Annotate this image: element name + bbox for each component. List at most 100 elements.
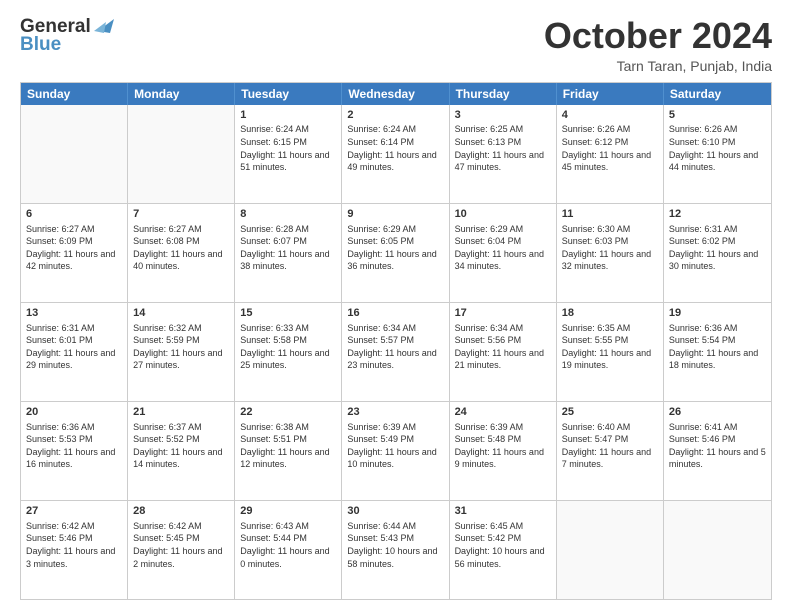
calendar-row: 1Sunrise: 6:24 AM Sunset: 6:15 PM Daylig… bbox=[21, 105, 771, 203]
calendar-cell: 21Sunrise: 6:37 AM Sunset: 5:52 PM Dayli… bbox=[128, 402, 235, 500]
calendar-header-day: Tuesday bbox=[235, 83, 342, 105]
day-number: 21 bbox=[133, 405, 229, 420]
calendar-cell: 19Sunrise: 6:36 AM Sunset: 5:54 PM Dayli… bbox=[664, 303, 771, 401]
day-number: 17 bbox=[455, 306, 551, 321]
calendar-cell: 22Sunrise: 6:38 AM Sunset: 5:51 PM Dayli… bbox=[235, 402, 342, 500]
day-info: Sunrise: 6:25 AM Sunset: 6:13 PM Dayligh… bbox=[455, 123, 551, 173]
day-number: 5 bbox=[669, 108, 766, 123]
calendar-header-day: Friday bbox=[557, 83, 664, 105]
day-number: 16 bbox=[347, 306, 443, 321]
title-block: October 2024 Tarn Taran, Punjab, India bbox=[544, 16, 772, 74]
calendar-row: 6Sunrise: 6:27 AM Sunset: 6:09 PM Daylig… bbox=[21, 203, 771, 302]
day-info: Sunrise: 6:31 AM Sunset: 6:01 PM Dayligh… bbox=[26, 322, 122, 372]
calendar-cell: 27Sunrise: 6:42 AM Sunset: 5:46 PM Dayli… bbox=[21, 501, 128, 599]
calendar-cell: 26Sunrise: 6:41 AM Sunset: 5:46 PM Dayli… bbox=[664, 402, 771, 500]
day-number: 1 bbox=[240, 108, 336, 123]
calendar-cell: 31Sunrise: 6:45 AM Sunset: 5:42 PM Dayli… bbox=[450, 501, 557, 599]
day-number: 6 bbox=[26, 207, 122, 222]
day-info: Sunrise: 6:34 AM Sunset: 5:56 PM Dayligh… bbox=[455, 322, 551, 372]
day-info: Sunrise: 6:27 AM Sunset: 6:08 PM Dayligh… bbox=[133, 223, 229, 273]
day-number: 2 bbox=[347, 108, 443, 123]
day-number: 27 bbox=[26, 504, 122, 519]
calendar-cell: 30Sunrise: 6:44 AM Sunset: 5:43 PM Dayli… bbox=[342, 501, 449, 599]
calendar-cell bbox=[128, 105, 235, 203]
day-info: Sunrise: 6:45 AM Sunset: 5:42 PM Dayligh… bbox=[455, 520, 551, 570]
day-number: 20 bbox=[26, 405, 122, 420]
day-info: Sunrise: 6:37 AM Sunset: 5:52 PM Dayligh… bbox=[133, 421, 229, 471]
calendar: SundayMondayTuesdayWednesdayThursdayFrid… bbox=[20, 82, 772, 600]
calendar-cell: 4Sunrise: 6:26 AM Sunset: 6:12 PM Daylig… bbox=[557, 105, 664, 203]
day-info: Sunrise: 6:29 AM Sunset: 6:04 PM Dayligh… bbox=[455, 223, 551, 273]
month-title: October 2024 bbox=[544, 16, 772, 56]
calendar-cell: 24Sunrise: 6:39 AM Sunset: 5:48 PM Dayli… bbox=[450, 402, 557, 500]
day-info: Sunrise: 6:29 AM Sunset: 6:05 PM Dayligh… bbox=[347, 223, 443, 273]
day-info: Sunrise: 6:44 AM Sunset: 5:43 PM Dayligh… bbox=[347, 520, 443, 570]
calendar-cell: 23Sunrise: 6:39 AM Sunset: 5:49 PM Dayli… bbox=[342, 402, 449, 500]
calendar-cell: 14Sunrise: 6:32 AM Sunset: 5:59 PM Dayli… bbox=[128, 303, 235, 401]
calendar-cell: 9Sunrise: 6:29 AM Sunset: 6:05 PM Daylig… bbox=[342, 204, 449, 302]
logo: General Blue bbox=[20, 16, 114, 56]
calendar-row: 20Sunrise: 6:36 AM Sunset: 5:53 PM Dayli… bbox=[21, 401, 771, 500]
page: General Blue October 2024 Tarn Taran, Pu… bbox=[0, 0, 792, 612]
day-number: 4 bbox=[562, 108, 658, 123]
logo-wing-icon bbox=[92, 17, 114, 35]
header: General Blue October 2024 Tarn Taran, Pu… bbox=[20, 16, 772, 74]
day-number: 29 bbox=[240, 504, 336, 519]
day-info: Sunrise: 6:35 AM Sunset: 5:55 PM Dayligh… bbox=[562, 322, 658, 372]
calendar-header-day: Monday bbox=[128, 83, 235, 105]
day-number: 10 bbox=[455, 207, 551, 222]
day-number: 22 bbox=[240, 405, 336, 420]
calendar-cell: 20Sunrise: 6:36 AM Sunset: 5:53 PM Dayli… bbox=[21, 402, 128, 500]
calendar-header-day: Wednesday bbox=[342, 83, 449, 105]
day-info: Sunrise: 6:40 AM Sunset: 5:47 PM Dayligh… bbox=[562, 421, 658, 471]
day-info: Sunrise: 6:39 AM Sunset: 5:49 PM Dayligh… bbox=[347, 421, 443, 471]
calendar-cell: 3Sunrise: 6:25 AM Sunset: 6:13 PM Daylig… bbox=[450, 105, 557, 203]
day-info: Sunrise: 6:39 AM Sunset: 5:48 PM Dayligh… bbox=[455, 421, 551, 471]
day-number: 23 bbox=[347, 405, 443, 420]
calendar-body: 1Sunrise: 6:24 AM Sunset: 6:15 PM Daylig… bbox=[21, 105, 771, 599]
day-info: Sunrise: 6:38 AM Sunset: 5:51 PM Dayligh… bbox=[240, 421, 336, 471]
day-info: Sunrise: 6:41 AM Sunset: 5:46 PM Dayligh… bbox=[669, 421, 766, 471]
calendar-header: SundayMondayTuesdayWednesdayThursdayFrid… bbox=[21, 83, 771, 105]
day-number: 31 bbox=[455, 504, 551, 519]
day-number: 11 bbox=[562, 207, 658, 222]
calendar-row: 27Sunrise: 6:42 AM Sunset: 5:46 PM Dayli… bbox=[21, 500, 771, 599]
calendar-cell: 12Sunrise: 6:31 AM Sunset: 6:02 PM Dayli… bbox=[664, 204, 771, 302]
calendar-cell: 1Sunrise: 6:24 AM Sunset: 6:15 PM Daylig… bbox=[235, 105, 342, 203]
calendar-header-day: Saturday bbox=[664, 83, 771, 105]
day-info: Sunrise: 6:27 AM Sunset: 6:09 PM Dayligh… bbox=[26, 223, 122, 273]
day-number: 24 bbox=[455, 405, 551, 420]
day-info: Sunrise: 6:26 AM Sunset: 6:10 PM Dayligh… bbox=[669, 123, 766, 173]
day-info: Sunrise: 6:42 AM Sunset: 5:46 PM Dayligh… bbox=[26, 520, 122, 570]
calendar-cell: 17Sunrise: 6:34 AM Sunset: 5:56 PM Dayli… bbox=[450, 303, 557, 401]
day-number: 18 bbox=[562, 306, 658, 321]
day-number: 8 bbox=[240, 207, 336, 222]
day-info: Sunrise: 6:28 AM Sunset: 6:07 PM Dayligh… bbox=[240, 223, 336, 273]
calendar-cell: 2Sunrise: 6:24 AM Sunset: 6:14 PM Daylig… bbox=[342, 105, 449, 203]
calendar-cell: 8Sunrise: 6:28 AM Sunset: 6:07 PM Daylig… bbox=[235, 204, 342, 302]
day-info: Sunrise: 6:34 AM Sunset: 5:57 PM Dayligh… bbox=[347, 322, 443, 372]
calendar-cell: 5Sunrise: 6:26 AM Sunset: 6:10 PM Daylig… bbox=[664, 105, 771, 203]
calendar-header-day: Sunday bbox=[21, 83, 128, 105]
calendar-cell: 29Sunrise: 6:43 AM Sunset: 5:44 PM Dayli… bbox=[235, 501, 342, 599]
day-number: 3 bbox=[455, 108, 551, 123]
location: Tarn Taran, Punjab, India bbox=[544, 58, 772, 74]
day-number: 13 bbox=[26, 306, 122, 321]
calendar-cell: 25Sunrise: 6:40 AM Sunset: 5:47 PM Dayli… bbox=[557, 402, 664, 500]
calendar-cell: 7Sunrise: 6:27 AM Sunset: 6:08 PM Daylig… bbox=[128, 204, 235, 302]
calendar-row: 13Sunrise: 6:31 AM Sunset: 6:01 PM Dayli… bbox=[21, 302, 771, 401]
calendar-cell: 18Sunrise: 6:35 AM Sunset: 5:55 PM Dayli… bbox=[557, 303, 664, 401]
day-info: Sunrise: 6:26 AM Sunset: 6:12 PM Dayligh… bbox=[562, 123, 658, 173]
day-number: 30 bbox=[347, 504, 443, 519]
day-number: 15 bbox=[240, 306, 336, 321]
calendar-cell: 11Sunrise: 6:30 AM Sunset: 6:03 PM Dayli… bbox=[557, 204, 664, 302]
day-number: 12 bbox=[669, 207, 766, 222]
day-number: 7 bbox=[133, 207, 229, 222]
day-number: 14 bbox=[133, 306, 229, 321]
day-number: 19 bbox=[669, 306, 766, 321]
day-info: Sunrise: 6:33 AM Sunset: 5:58 PM Dayligh… bbox=[240, 322, 336, 372]
calendar-header-day: Thursday bbox=[450, 83, 557, 105]
day-number: 26 bbox=[669, 405, 766, 420]
day-info: Sunrise: 6:36 AM Sunset: 5:53 PM Dayligh… bbox=[26, 421, 122, 471]
calendar-cell bbox=[557, 501, 664, 599]
